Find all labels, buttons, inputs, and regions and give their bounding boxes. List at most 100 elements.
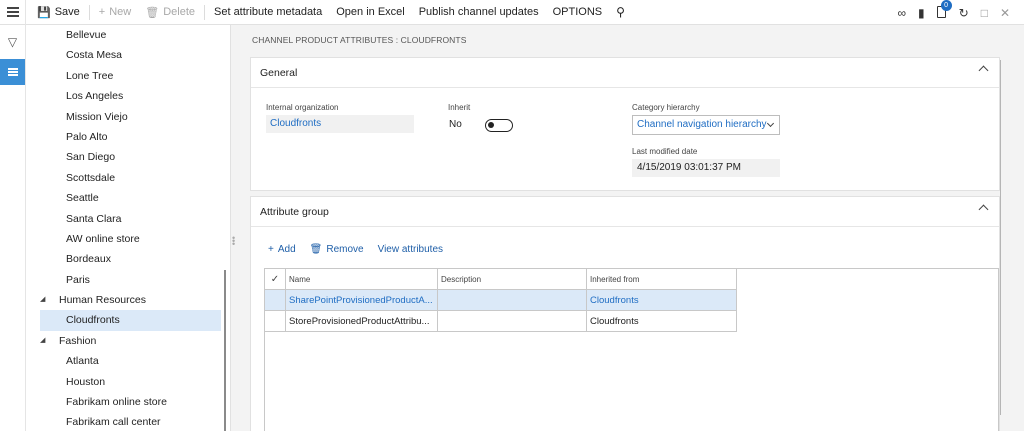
add-label: Add bbox=[277, 244, 296, 255]
chevron-up-icon[interactable] bbox=[978, 204, 989, 215]
row-checkbox[interactable] bbox=[265, 290, 286, 311]
expand-caret-icon[interactable]: ◢ bbox=[40, 331, 45, 351]
table-row[interactable]: StoreProvisionedProductAttribu... Cloudf… bbox=[265, 311, 737, 332]
refresh-icon[interactable]: ↻ bbox=[959, 6, 969, 20]
chevron-up-icon[interactable] bbox=[978, 65, 989, 76]
attribute-group-inherited[interactable]: Cloudfronts bbox=[587, 311, 737, 332]
publish-channel-updates-button[interactable]: Publish channel updates bbox=[412, 0, 546, 25]
left-rail: ▽ bbox=[0, 25, 26, 431]
select-all-checkbox[interactable]: ✓ bbox=[265, 269, 286, 290]
tree-item-label: AW online store bbox=[66, 232, 140, 245]
tree-group-item[interactable]: ◢ Human Resources bbox=[26, 290, 230, 310]
expand-caret-icon[interactable]: ◢ bbox=[40, 290, 45, 310]
delete-label: Delete bbox=[163, 6, 195, 18]
open-in-excel-button[interactable]: Open in Excel bbox=[329, 0, 411, 25]
tree-item-label: San Diego bbox=[66, 151, 116, 164]
tree-item[interactable]: Santa Clara bbox=[26, 209, 230, 229]
category-hierarchy-value: Channel navigation hierarchy bbox=[637, 119, 767, 130]
link-icon[interactable]: ∞ bbox=[897, 6, 906, 20]
last-modified-label: Last modified date bbox=[632, 147, 698, 156]
new-label: New bbox=[109, 6, 132, 18]
tree-item-label: Fashion bbox=[59, 334, 97, 347]
open-new-window-icon[interactable]: □ bbox=[981, 6, 988, 20]
attribute-group-header[interactable]: Attribute group bbox=[251, 197, 999, 227]
tree-item-label: Lone Tree bbox=[66, 69, 114, 82]
column-header-inherited-from[interactable]: Inherited from bbox=[587, 269, 737, 290]
search-icon[interactable]: ⚲ bbox=[609, 0, 632, 25]
attribute-group-description[interactable] bbox=[438, 311, 587, 332]
category-hierarchy-label: Category hierarchy bbox=[632, 103, 700, 112]
tree-item[interactable]: Bordeaux bbox=[26, 249, 230, 269]
navigation-menu-icon[interactable] bbox=[0, 0, 26, 25]
table-row[interactable]: SharePointProvisionedProductA... Cloudfr… bbox=[265, 290, 737, 311]
add-button[interactable]: + Add bbox=[268, 244, 296, 255]
remove-button[interactable]: 🗑 Remove bbox=[310, 244, 364, 255]
tree-item[interactable]: Los Angeles bbox=[26, 86, 230, 106]
notifications-icon[interactable]: 0 bbox=[936, 0, 952, 19]
attribute-group-grid: ✓ Name Description Inherited from ShareP… bbox=[264, 268, 999, 431]
attribute-group-actions: + Add 🗑 Remove View attributes bbox=[268, 244, 443, 255]
close-icon[interactable]: ✕ bbox=[1000, 6, 1010, 20]
tree-item[interactable]: Bellevue bbox=[26, 25, 230, 45]
options-tab[interactable]: OPTIONS bbox=[546, 0, 610, 25]
tree-item[interactable]: Paris bbox=[26, 270, 230, 290]
tree-item[interactable]: Lone Tree bbox=[26, 66, 230, 86]
category-hierarchy-select[interactable]: Channel navigation hierarchy bbox=[632, 115, 780, 135]
tree-item[interactable]: San Diego bbox=[26, 147, 230, 167]
filter-icon[interactable]: ▽ bbox=[0, 25, 25, 59]
separator bbox=[88, 4, 90, 20]
view-attributes-button[interactable]: View attributes bbox=[378, 244, 443, 255]
save-button[interactable]: 💾 Save bbox=[30, 0, 87, 25]
trash-icon: 🗑 bbox=[309, 244, 323, 255]
tree-item-label: Bordeaux bbox=[66, 253, 111, 266]
tree-item-label: Human Resources bbox=[59, 294, 146, 307]
tree-item[interactable]: Cloudfronts bbox=[40, 310, 221, 331]
column-header-name[interactable]: Name bbox=[286, 269, 438, 290]
main-scrollbar[interactable] bbox=[999, 60, 1001, 415]
attribute-group-name[interactable]: SharePointProvisionedProductA... bbox=[286, 290, 438, 311]
tree-item-label: Mission Viejo bbox=[66, 110, 128, 123]
tree-item[interactable]: Mission Viejo bbox=[26, 107, 230, 127]
inherit-value: No bbox=[449, 119, 462, 130]
general-title: General bbox=[260, 66, 298, 79]
tree-scrollbar[interactable] bbox=[224, 270, 226, 431]
office-icon[interactable]: ▮ bbox=[918, 6, 925, 20]
tree-item[interactable]: Atlanta bbox=[26, 351, 230, 371]
tree-item-label: Costa Mesa bbox=[66, 49, 123, 62]
tree-item-label: Paris bbox=[66, 273, 90, 286]
delete-button[interactable]: 🗑 Delete bbox=[138, 0, 202, 25]
list-icon[interactable] bbox=[0, 59, 25, 85]
internal-org-field[interactable]: Cloudfronts bbox=[266, 115, 414, 133]
tree-item[interactable]: Seattle bbox=[26, 188, 230, 208]
tree-item[interactable]: Costa Mesa bbox=[26, 45, 230, 65]
row-checkbox[interactable] bbox=[265, 311, 286, 332]
organization-tree: Bellevue Costa Mesa Lone Tree Los Angeles Mi… bbox=[26, 25, 231, 431]
attribute-group-inherited[interactable]: Cloudfronts bbox=[587, 290, 737, 311]
inherit-label: Inherit bbox=[448, 103, 471, 112]
tree-item-label: Los Angeles bbox=[66, 90, 124, 103]
column-header-description[interactable]: Description bbox=[438, 269, 587, 290]
remove-label: Remove bbox=[326, 244, 364, 255]
tree-item[interactable]: AW online store bbox=[26, 229, 230, 249]
pane-splitter[interactable]: • • • bbox=[232, 234, 235, 249]
inherit-toggle[interactable] bbox=[485, 119, 513, 132]
tree-item[interactable]: Scottsdale bbox=[26, 168, 230, 188]
new-button[interactable]: + New bbox=[92, 0, 138, 25]
tree-item[interactable]: Houston bbox=[26, 372, 230, 392]
tree-group-item[interactable]: ◢ Fashion bbox=[26, 331, 230, 351]
tree-item[interactable]: Fabrikam online store bbox=[26, 392, 230, 412]
set-attribute-metadata-button[interactable]: Set attribute metadata bbox=[207, 0, 329, 25]
save-label: Save bbox=[54, 6, 80, 18]
general-section: General Internal organization Cloudfront… bbox=[250, 57, 1000, 191]
tree-item-label: Scottsdale bbox=[66, 171, 116, 184]
attribute-group-name[interactable]: StoreProvisionedProductAttribu... bbox=[286, 311, 438, 332]
plus-icon: + bbox=[268, 244, 274, 255]
attribute-group-section: Attribute group + Add 🗑 Remove View attrib… bbox=[250, 196, 1000, 431]
tree-item-label: Fabrikam call center bbox=[66, 416, 161, 429]
tree-item[interactable]: Palo Alto bbox=[26, 127, 230, 147]
trash-icon: 🗑 bbox=[145, 6, 160, 19]
attribute-group-description[interactable] bbox=[438, 290, 587, 311]
tree-item-label: Houston bbox=[66, 375, 106, 388]
tree-item[interactable]: Fabrikam call center bbox=[26, 412, 230, 431]
general-header[interactable]: General bbox=[251, 58, 999, 88]
